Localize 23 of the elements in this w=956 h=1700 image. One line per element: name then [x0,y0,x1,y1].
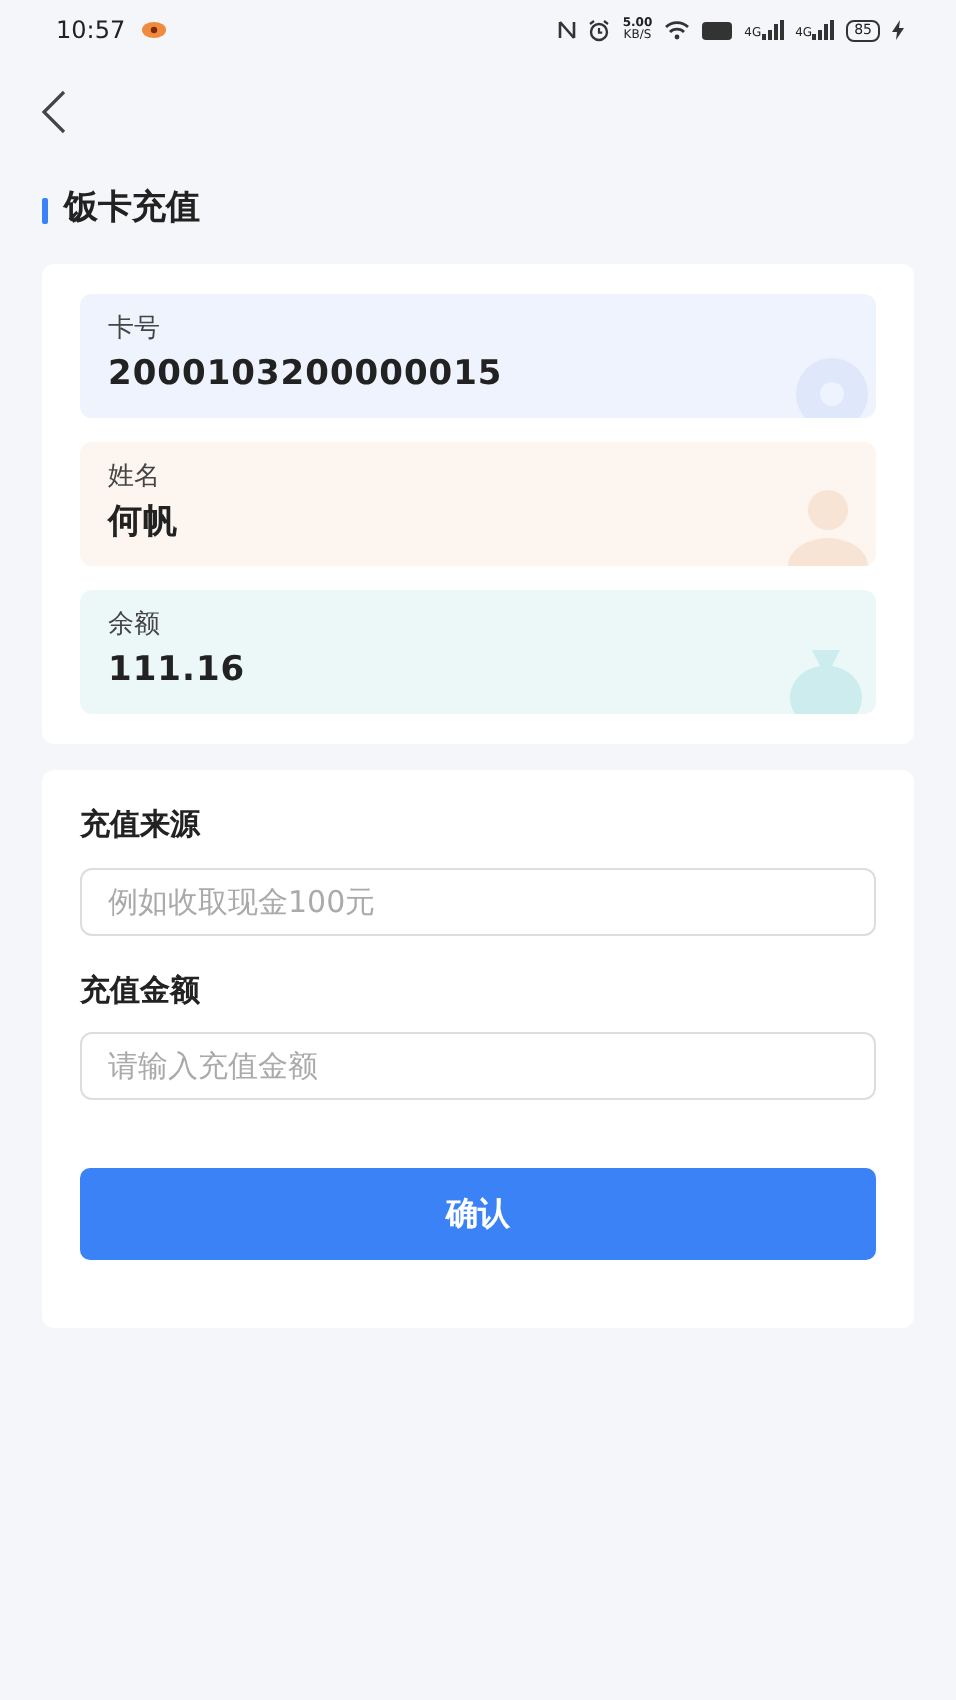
field-label: 充值来源 [80,804,203,846]
signal-icon [812,20,835,40]
input-field[interactable]: 例如收取现金100元 [80,867,876,935]
field-value: 111.16 [108,647,246,693]
confirm-button[interactable]: 确认 [80,1168,876,1260]
page-title: 饭卡充值 [64,186,200,233]
nfc-icon [558,20,577,40]
signal-icon [761,20,784,40]
person-icon [784,486,872,566]
field-label: 姓名 [108,460,160,496]
field-label: 余额 [108,608,160,644]
title-accent-bar [42,197,48,223]
field-label: 卡号 [108,312,160,348]
field-label: 充值金额 [80,969,202,1011]
input-field[interactable]: 请输入充值金额 [80,1032,876,1100]
status-time: 10:57 [56,14,126,48]
alarm-icon [588,19,611,41]
wifi-icon [664,20,691,40]
eye-icon [141,22,166,38]
field-value: 何帆 [108,499,178,545]
field-value: 2000103200000015 [108,351,503,397]
charging-icon [892,20,904,40]
back-button[interactable] [40,87,68,136]
